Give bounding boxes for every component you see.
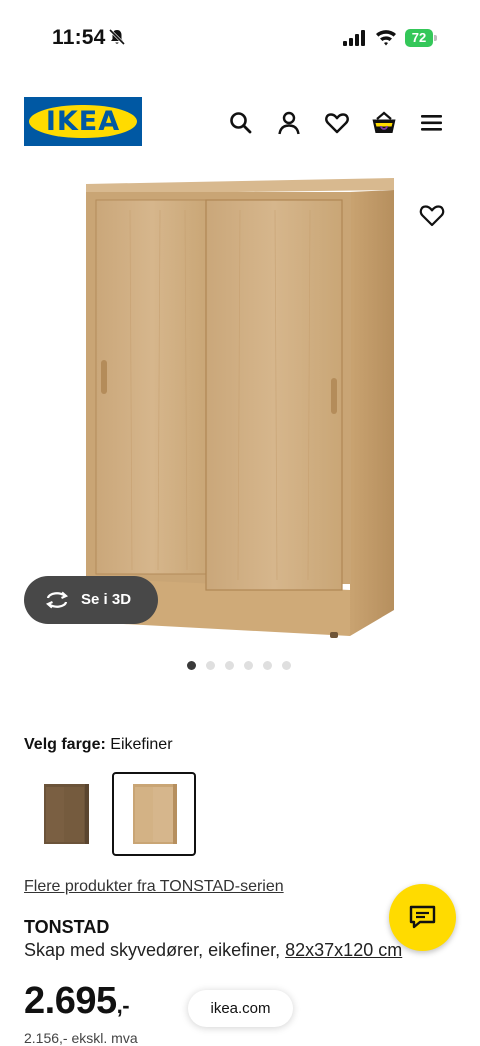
product-name: TONSTAD [24,917,110,937]
browser-url-bar[interactable]: ikea.com [188,990,293,1027]
search-icon[interactable] [228,110,254,136]
product-price: 2.695,- [24,980,130,1023]
menu-icon[interactable] [419,110,445,136]
status-bar: 11:54 72 [0,0,480,78]
price-suffix: ,- [116,993,130,1018]
logo-text: IKEA [45,106,121,137]
chat-icon [409,905,436,929]
color-selection: Velg farge: Eikefiner [24,736,173,754]
view-3d-button[interactable]: Se i 3D [24,576,158,624]
oak-cabinet-thumbnail [133,784,177,844]
battery-level: 72 [411,30,427,45]
product-description-text: Skap med skyvedører, eikefiner, [24,940,281,960]
cellular-signal-icon [343,30,365,46]
favourite-icon[interactable] [418,202,446,228]
battery-icon: 72 [405,29,437,47]
series-link[interactable]: Flere produkter fra TONSTAD-serien [24,878,284,896]
color-swatch-oak[interactable] [112,772,196,856]
wifi-icon [376,30,396,46]
ikea-logo[interactable]: IKEA [24,97,142,146]
gallery-dot[interactable] [206,661,215,670]
dark-brown-cabinet-thumbnail [44,784,89,844]
color-value: Eikefiner [110,736,173,753]
rotate-3d-icon [45,591,69,609]
color-label: Velg farge: [24,736,106,753]
chat-button[interactable] [389,884,456,951]
gallery-dot[interactable] [282,661,291,670]
cart-icon[interactable] [371,110,397,136]
color-swatch-dark-brown[interactable] [24,772,108,856]
bell-muted-icon [108,28,126,46]
product-dimensions-link[interactable]: 82x37x120 cm [285,940,402,960]
view-3d-label: Se i 3D [81,591,132,608]
gallery-dot[interactable] [244,661,253,670]
gallery-dot[interactable] [225,661,234,670]
price-value: 2.695 [24,980,117,1022]
product-description: Skap med skyvedører, eikefiner, 82x37x12… [24,940,402,961]
gallery-dot[interactable] [263,661,272,670]
heart-icon[interactable] [324,110,350,136]
gallery-dot[interactable] [187,661,196,670]
status-time: 11:54 [52,26,106,49]
profile-icon[interactable] [276,110,302,136]
